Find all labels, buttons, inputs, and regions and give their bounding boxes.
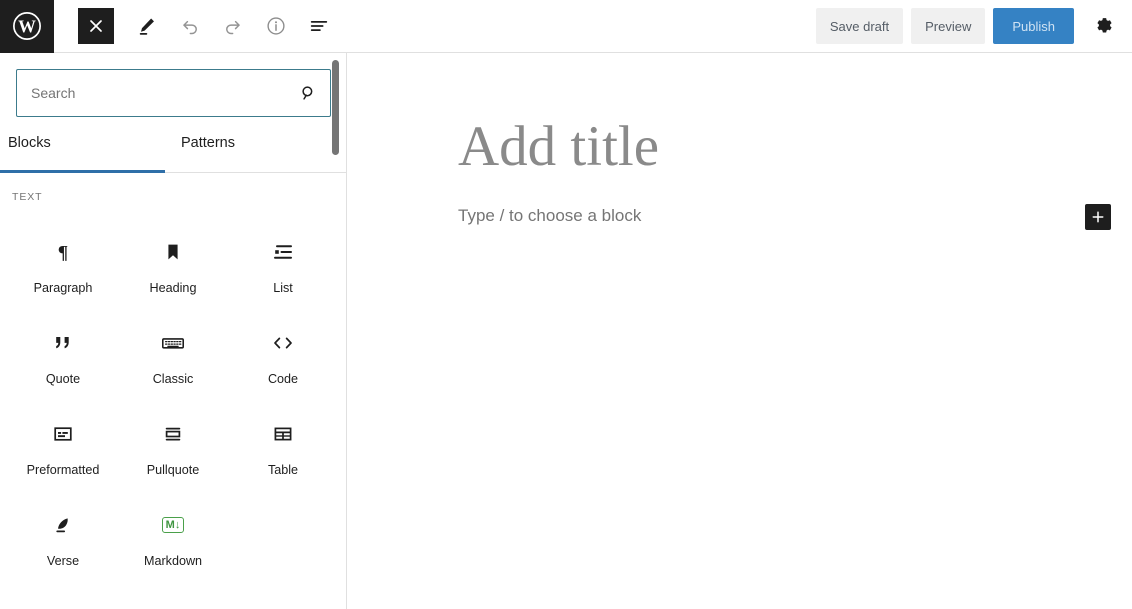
- preview-button[interactable]: Preview: [911, 8, 985, 44]
- block-item-pullquote[interactable]: Pullquote: [118, 399, 228, 490]
- block-item-verse[interactable]: Verse: [8, 490, 118, 581]
- block-grid: ¶ Paragraph Heading: [0, 203, 346, 581]
- block-item-heading[interactable]: Heading: [118, 217, 228, 308]
- block-item-list[interactable]: List: [228, 217, 338, 308]
- post-title-input[interactable]: Add title: [458, 116, 1058, 179]
- block-label: Code: [268, 372, 298, 386]
- add-block-button[interactable]: [1085, 204, 1111, 230]
- inserter-tabs: Blocks Patterns: [0, 129, 346, 173]
- close-editor-button[interactable]: [78, 8, 114, 44]
- redo-button[interactable]: [214, 7, 252, 45]
- block-item-table[interactable]: Table: [228, 399, 338, 490]
- search-input[interactable]: [17, 70, 330, 116]
- block-label: Paragraph: [34, 281, 93, 295]
- tab-patterns[interactable]: Patterns: [165, 129, 330, 173]
- undo-button[interactable]: [171, 7, 209, 45]
- block-inserter-sidebar: Blocks Patterns TEXT ¶ Paragraph: [0, 53, 347, 609]
- block-label: Heading: [150, 281, 197, 295]
- pullquote-lines-icon: [161, 419, 185, 449]
- block-label: Verse: [47, 554, 79, 568]
- block-label: Table: [268, 463, 298, 477]
- block-label: Quote: [46, 372, 80, 386]
- block-item-quote[interactable]: Quote: [8, 308, 118, 399]
- tab-blocks[interactable]: Blocks: [0, 129, 165, 173]
- editor-canvas[interactable]: Add title Type / to choose a block: [348, 53, 1132, 609]
- publish-button[interactable]: Publish: [993, 8, 1074, 44]
- search-box[interactable]: [16, 69, 331, 117]
- code-angle-brackets-icon: [270, 328, 296, 358]
- header-actions-group: Save draft Preview Publish: [816, 8, 1132, 44]
- block-item-code[interactable]: Code: [228, 308, 338, 399]
- details-button[interactable]: [257, 7, 295, 45]
- wordpress-logo-icon[interactable]: W: [0, 0, 54, 53]
- edit-mode-button[interactable]: [128, 7, 166, 45]
- block-item-preformatted[interactable]: Preformatted: [8, 399, 118, 490]
- svg-text:W: W: [18, 17, 36, 37]
- preformatted-box-icon: [51, 419, 75, 449]
- editor-header-toolbar: W: [0, 0, 1132, 53]
- block-label: Pullquote: [147, 463, 200, 477]
- search-container: [0, 53, 346, 117]
- block-label: List: [273, 281, 293, 295]
- section-label-text: TEXT: [0, 173, 346, 203]
- block-label: Preformatted: [27, 463, 100, 477]
- heading-bookmark-icon: [162, 237, 184, 267]
- block-label: Markdown: [144, 554, 202, 568]
- verse-quill-icon: [51, 510, 75, 540]
- wordpress-block-editor: W: [0, 0, 1132, 609]
- block-item-classic[interactable]: Classic: [118, 308, 228, 399]
- table-grid-icon: [271, 419, 295, 449]
- block-label: Classic: [153, 372, 194, 386]
- quote-marks-icon: [51, 328, 75, 358]
- default-block-placeholder[interactable]: Type / to choose a block: [458, 206, 641, 226]
- paragraph-pilcrow-icon: ¶: [52, 237, 74, 267]
- markdown-badge-text: M↓: [162, 517, 185, 533]
- markdown-badge-icon: M↓: [162, 510, 185, 540]
- block-item-markdown[interactable]: M↓ Markdown: [118, 490, 228, 581]
- svg-text:¶: ¶: [58, 242, 68, 263]
- list-view-button[interactable]: [300, 7, 338, 45]
- gear-icon[interactable]: [1086, 8, 1122, 44]
- search-icon: [299, 84, 318, 103]
- save-draft-button[interactable]: Save draft: [816, 8, 903, 44]
- header-tools-group: [54, 7, 343, 45]
- classic-keyboard-icon: [160, 328, 186, 358]
- list-bullets-icon: [271, 237, 295, 267]
- block-item-paragraph[interactable]: ¶ Paragraph: [8, 217, 118, 308]
